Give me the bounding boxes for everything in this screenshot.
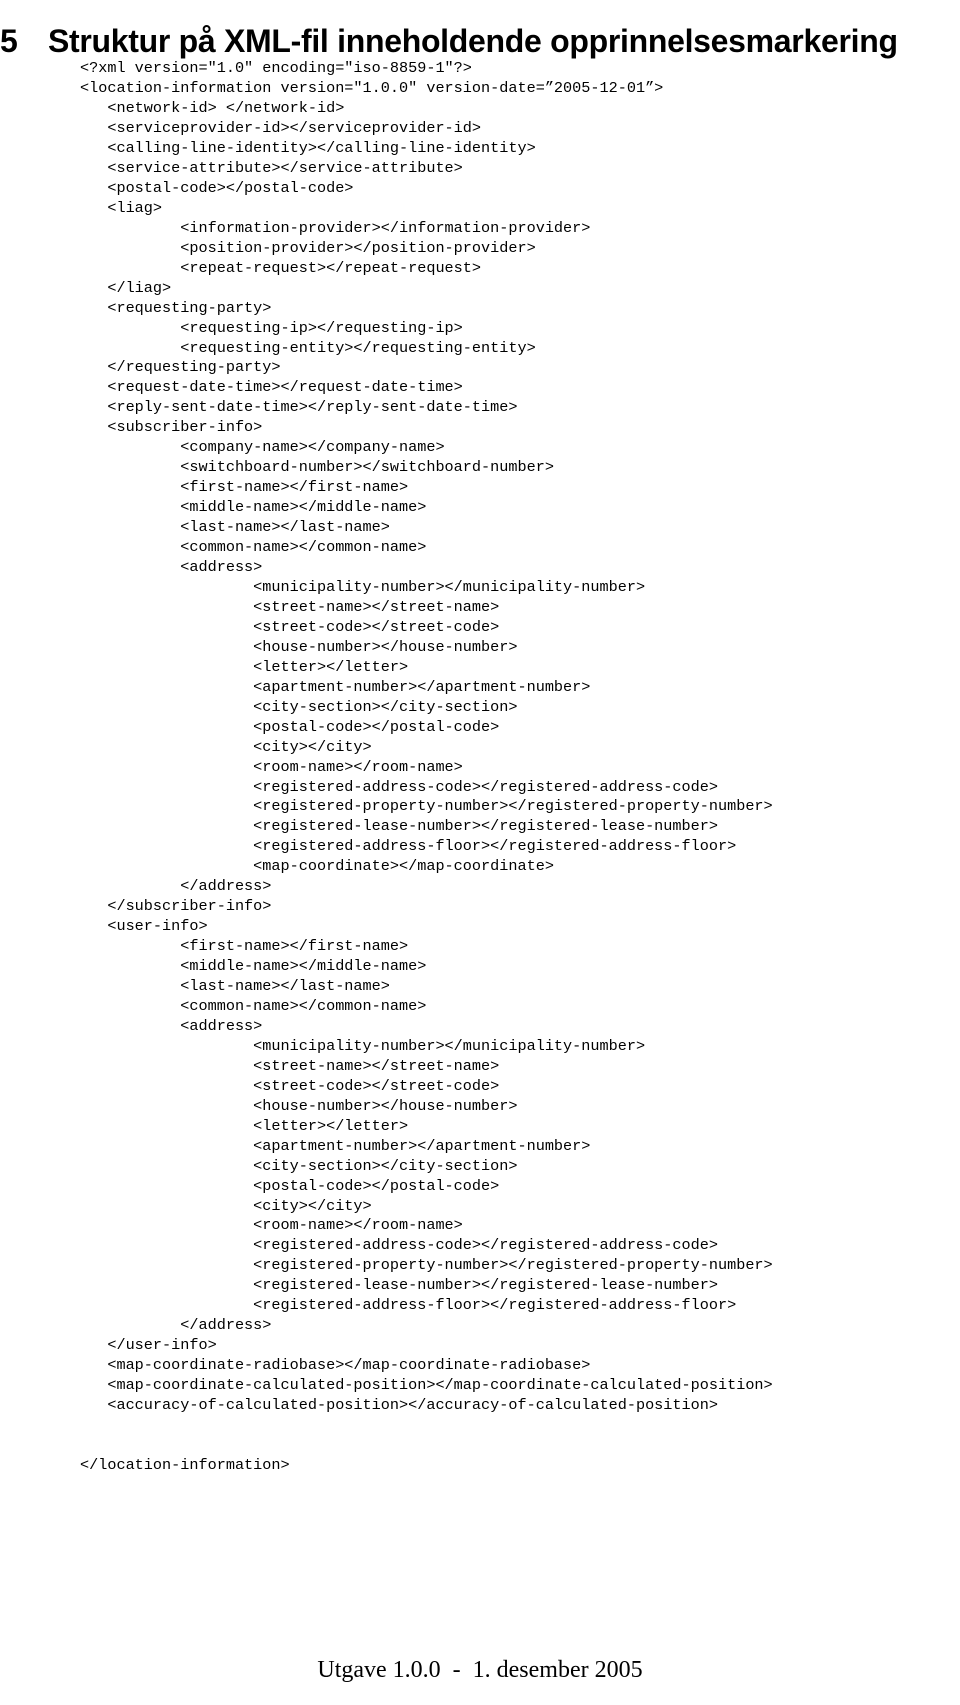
document-page: 5 Struktur på XML-fil inneholdende oppri…: [0, 0, 960, 1705]
code-line: <service-attribute></service-attribute>: [80, 158, 463, 177]
code-line: <address>: [80, 1016, 263, 1035]
code-line: <accuracy-of-calculated-position></accur…: [80, 1396, 718, 1415]
code-line: <room-name></room-name>: [80, 757, 463, 776]
code-line: <common-name></common-name>: [80, 996, 427, 1015]
code-line: <municipality-number></municipality-numb…: [80, 577, 646, 596]
code-line: <requesting-entity></requesting-entity>: [80, 338, 536, 357]
code-line: <middle-name></middle-name>: [80, 957, 427, 976]
page-title: 5 Struktur på XML-fil inneholdende oppri…: [0, 21, 960, 61]
code-line: <letter></letter>: [80, 1116, 409, 1135]
code-line: <registered-address-floor></registered-a…: [80, 837, 737, 856]
code-line: <house-number></house-number>: [80, 637, 518, 656]
code-line: <serviceprovider-id></serviceprovider-id…: [80, 119, 482, 138]
code-line: <map-coordinate-radiobase></map-coordina…: [80, 1356, 591, 1375]
code-line: </requesting-party>: [80, 358, 281, 377]
code-line: <subscriber-info>: [80, 418, 263, 437]
code-line: </liag>: [80, 278, 172, 297]
section-title: Struktur på XML-fil inneholdende opprinn…: [48, 23, 898, 60]
code-line: <last-name></last-name>: [80, 977, 390, 996]
code-line: <room-name></room-name>: [80, 1216, 463, 1235]
code-line: <postal-code></postal-code>: [80, 178, 354, 197]
code-line: <first-name></first-name>: [80, 937, 409, 956]
code-line: <street-name></street-name>: [80, 1056, 500, 1075]
code-line: <map-coordinate-calculated-position></ma…: [80, 1376, 773, 1395]
code-line: <middle-name></middle-name>: [80, 498, 427, 517]
code-line: <calling-line-identity></calling-line-id…: [80, 139, 536, 157]
code-line: <liag>: [80, 198, 163, 217]
code-line: <municipality-number></municipality-numb…: [80, 1036, 646, 1055]
code-line: <house-number></house-number>: [80, 1096, 518, 1115]
section-number: 5: [0, 23, 18, 60]
code-line: </address>: [80, 877, 272, 896]
code-line: <network-id> </network-id>: [80, 99, 345, 118]
code-line: <letter></letter>: [80, 657, 409, 676]
code-line: <map-coordinate></map-coordinate>: [80, 857, 554, 876]
code-line: <position-provider></position-provider>: [80, 238, 536, 257]
code-line: <requesting-party>: [80, 298, 272, 317]
code-line: </user-info>: [80, 1336, 217, 1355]
code-line: <registered-address-floor></registered-a…: [80, 1296, 737, 1315]
code-line: <information-provider></information-prov…: [80, 218, 591, 237]
code-line: <location-information version="1.0.0" ve…: [80, 79, 664, 98]
code-line: <registered-address-code></registered-ad…: [80, 1236, 718, 1255]
code-line: <user-info>: [80, 917, 208, 936]
code-line: <requesting-ip></requesting-ip>: [80, 318, 463, 337]
code-line: <company-name></company-name>: [80, 438, 445, 457]
code-line: <apartment-number></apartment-number>: [80, 1136, 591, 1155]
code-line: <last-name></last-name>: [80, 518, 390, 537]
code-line: <street-code></street-code>: [80, 617, 500, 636]
code-line: <city-section></city-section>: [80, 1156, 518, 1175]
code-line: <street-code></street-code>: [80, 1076, 500, 1095]
code-line: </location-information>: [80, 1455, 290, 1474]
code-line: <city-section></city-section>: [80, 697, 518, 716]
code-line: <city></city>: [80, 737, 372, 756]
code-line: <street-name></street-name>: [80, 597, 500, 616]
code-line: <registered-property-number></registered…: [80, 1256, 773, 1275]
xml-code-block: <?xml version="1.0" encoding="iso-8859-1…: [80, 59, 960, 1476]
page-footer: Utgave 1.0.0 - 1. desember 2005: [317, 1657, 643, 1683]
code-line: <switchboard-number></switchboard-number…: [80, 458, 554, 477]
code-line: <request-date-time></request-date-time>: [80, 378, 463, 397]
code-line: <repeat-request></repeat-request>: [80, 258, 482, 277]
code-line: </address>: [80, 1316, 272, 1335]
code-line: <registered-address-code></registered-ad…: [80, 777, 718, 796]
code-line: <registered-property-number></registered…: [80, 797, 773, 816]
code-line: <postal-code></postal-code>: [80, 717, 500, 736]
code-line: <?xml version="1.0" encoding="iso-8859-1…: [80, 59, 472, 78]
code-line: <common-name></common-name>: [80, 538, 427, 557]
code-line: <reply-sent-date-time></reply-sent-date-…: [80, 398, 518, 417]
code-line: <first-name></first-name>: [80, 478, 409, 497]
code-line: <registered-lease-number></registered-le…: [80, 1276, 718, 1295]
code-line: <postal-code></postal-code>: [80, 1176, 500, 1195]
code-line: </subscriber-info>: [80, 897, 272, 916]
code-line: <city></city>: [80, 1196, 372, 1215]
code-line: <address>: [80, 558, 263, 577]
code-line: <apartment-number></apartment-number>: [80, 677, 591, 696]
code-line: <registered-lease-number></registered-le…: [80, 817, 718, 836]
